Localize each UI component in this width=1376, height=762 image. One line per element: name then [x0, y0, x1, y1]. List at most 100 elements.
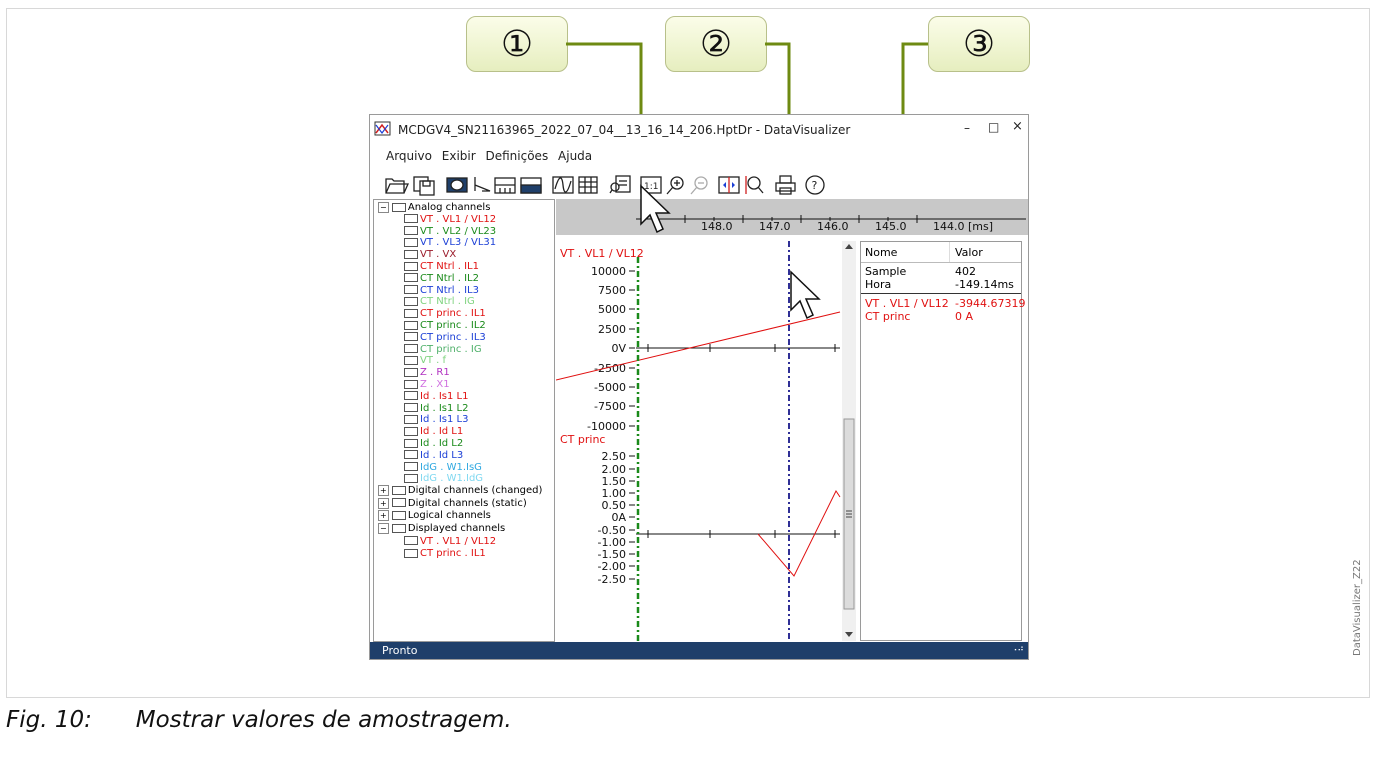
- tree-group-analog[interactable]: − Analog channels: [378, 202, 490, 214]
- tree-item-analog-11[interactable]: CT princ . IG: [404, 344, 482, 356]
- channel-label: VT . f: [420, 355, 447, 367]
- menu-definicoes[interactable]: Definições: [486, 149, 549, 163]
- col-header-nome: Nome: [865, 246, 898, 259]
- channel-label: Id . Id L2: [420, 438, 464, 449]
- timeline-label: 144.0 [ms]: [933, 220, 993, 233]
- tree-item-analog-22[interactable]: IdG . W1.IdG: [404, 473, 483, 485]
- channel-label: CT princ . IG: [420, 343, 482, 355]
- zoom-out-icon[interactable]: [690, 176, 708, 195]
- channel-label: Id . Id L1: [420, 426, 464, 438]
- figure-caption: Fig. 10: Mostrar valores de amostragem.: [6, 707, 512, 733]
- plot1-tick-label: 0V: [611, 342, 626, 355]
- grid-icon[interactable]: [578, 176, 598, 194]
- tree-item-analog-13[interactable]: Z . R1: [404, 367, 450, 379]
- trigger-icon[interactable]: [718, 176, 740, 194]
- tree-item-analog-21[interactable]: IdG . W1.IsG: [404, 462, 482, 474]
- wave-channel-icon: [404, 414, 418, 424]
- sample-label: Sample: [865, 265, 907, 278]
- channel-select-icon[interactable]: [446, 177, 468, 193]
- close-button[interactable]: ×: [1012, 119, 1023, 134]
- maximize-button[interactable]: □: [988, 120, 999, 134]
- wave-channel-icon: [404, 332, 418, 342]
- channel-label: VT . VL1 / VL12: [420, 213, 497, 225]
- channel-label: CT princ . IL1: [420, 548, 486, 560]
- wave-icon[interactable]: [552, 176, 574, 194]
- collapse-icon[interactable]: −: [378, 202, 389, 213]
- channel-label: VT . VL2 / VL23: [420, 225, 497, 237]
- plot1-tick-label: -10000: [587, 420, 626, 433]
- channel-tree[interactable]: − Analog channels VT . VL1 / VL12 VT . VL2…: [373, 199, 555, 642]
- wave-channel-icon: [404, 261, 418, 271]
- tree-item-analog-3[interactable]: VT . VX: [404, 249, 456, 261]
- tree-item-analog-19[interactable]: Id . Id L2: [404, 438, 463, 450]
- tree-group-2[interactable]: + Logical channels: [378, 510, 491, 522]
- plot2-tick-label: 0A: [611, 511, 626, 524]
- menu-exibir[interactable]: Exibir: [442, 149, 476, 163]
- tree-item-analog-15[interactable]: Id . Is1 L1: [404, 391, 468, 403]
- tree-group-3[interactable]: − Displayed channels: [378, 523, 505, 535]
- open-file-icon[interactable]: [385, 178, 410, 194]
- save-file-icon[interactable]: [413, 176, 435, 196]
- print-icon[interactable]: [775, 175, 796, 195]
- expand-icon[interactable]: +: [378, 510, 389, 522]
- tree-item-analog-10[interactable]: CT princ . IL3: [404, 332, 486, 344]
- side-label: DataVisualizer_Z22: [1352, 559, 1363, 656]
- hora-label: Hora: [865, 278, 892, 291]
- tree-item-analog-0[interactable]: VT . VL1 / VL12: [404, 214, 496, 226]
- sample-values-icon[interactable]: [609, 175, 631, 194]
- app-window: MCDGV4_SN21163965_2022_07_04__13_16_14_2…: [369, 114, 1029, 660]
- expand-icon[interactable]: +: [378, 485, 389, 497]
- channel-1-label: VT . VL1 / VL12: [865, 297, 949, 310]
- menu-ajuda[interactable]: Ajuda: [558, 149, 592, 163]
- tree-item-analog-6[interactable]: CT Ntrl . IL3: [404, 285, 479, 297]
- channel-label: CT Ntrl . IL3: [420, 284, 479, 296]
- wave-channel-icon: [404, 473, 418, 483]
- tree-item-analog-20[interactable]: Id . Id L3: [404, 450, 463, 462]
- expand-icon[interactable]: +: [378, 497, 389, 509]
- overlay-view-icon[interactable]: [520, 177, 542, 194]
- wave-channel-icon: [404, 403, 418, 413]
- tree-group-1[interactable]: + Digital channels (static): [378, 497, 527, 510]
- tree-item-analog-16[interactable]: Id . Is1 L2: [404, 403, 468, 415]
- tree-item-analog-5[interactable]: CT Ntrl . IL2: [404, 273, 479, 285]
- channel-label: Z . R1: [420, 367, 450, 379]
- tree-item-analog-4[interactable]: CT Ntrl . IL1: [404, 261, 479, 273]
- tree-item-analog-7[interactable]: CT Ntrl . IG: [404, 296, 475, 308]
- tree-item-displayed-0[interactable]: VT . VL1 / VL12: [404, 536, 496, 548]
- resize-grip-icon[interactable]: ⠠⠴: [1011, 644, 1024, 654]
- wave-channel-icon: [404, 426, 418, 436]
- tree-item-analog-18[interactable]: Id . Id L1: [404, 426, 463, 438]
- tree-item-analog-2[interactable]: VT . VL3 / VL31: [404, 237, 496, 249]
- tree-item-analog-12[interactable]: VT . f: [404, 355, 446, 367]
- sample-value: 402: [955, 265, 976, 278]
- channel-1-value: -3944.67319: [955, 297, 1026, 310]
- tree-group-0[interactable]: + Digital channels (changed): [378, 485, 542, 497]
- tree-item-analog-1[interactable]: VT . VL2 / VL23: [404, 226, 496, 238]
- sample-values-table: Nome Valor Sample 402 Hora -149.14ms VT …: [860, 241, 1026, 641]
- tree-item-analog-14[interactable]: Z . X1: [404, 379, 450, 391]
- minimize-button[interactable]: –: [964, 121, 970, 135]
- cursor-icon[interactable]: [474, 177, 491, 192]
- status-text: Pronto: [382, 644, 418, 657]
- expand-icon[interactable]: −: [378, 523, 389, 534]
- zoom-time-icon[interactable]: [745, 176, 764, 194]
- channel-label: CT Ntrl . IG: [420, 296, 475, 308]
- split-view-icon[interactable]: [494, 177, 516, 194]
- wave-channel-icon: [404, 237, 418, 247]
- menu-arquivo[interactable]: Arquivo: [386, 149, 432, 163]
- wave-channel-icon: [404, 462, 418, 472]
- folder-icon: [391, 498, 406, 508]
- group-label: Logical channels: [407, 510, 491, 522]
- tree-item-displayed-1[interactable]: CT princ . IL1: [404, 548, 486, 560]
- tree-item-analog-8[interactable]: CT princ . IL1: [404, 308, 486, 320]
- channel-label: VT . VL3 / VL31: [420, 237, 497, 249]
- channel-2-label: CT princ: [865, 310, 911, 323]
- plot1-tick-label: -5000: [594, 381, 626, 394]
- channel-label: Z . X1: [420, 379, 450, 390]
- tree-item-analog-17[interactable]: Id . Is1 L3: [404, 414, 468, 426]
- folder-icon: [391, 202, 406, 212]
- help-icon[interactable]: ?: [805, 175, 825, 195]
- tree-item-analog-9[interactable]: CT princ . IL2: [404, 320, 486, 332]
- channel-label: VT . VX: [420, 249, 457, 261]
- channel-label: Id . Is1 L3: [420, 414, 469, 426]
